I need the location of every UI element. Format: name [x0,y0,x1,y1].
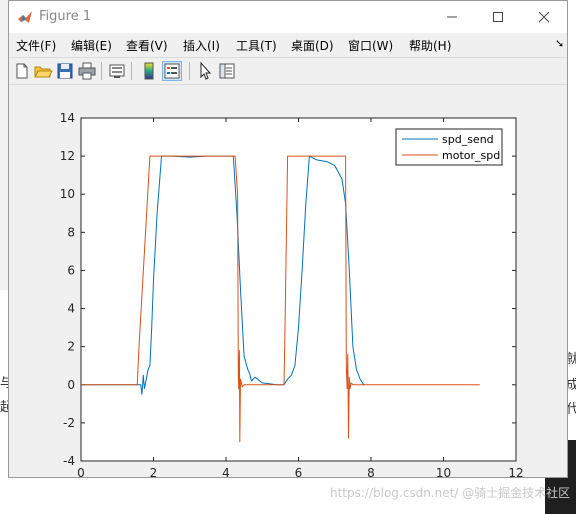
legend-label-motor-spd: motor_spd [442,149,500,162]
x-tick-label: 2 [150,466,158,480]
y-tick-label: -4 [63,454,75,468]
y-tick-label: 0 [67,378,75,392]
x-tick-label: 4 [222,466,230,480]
y-tick-label: 2 [67,340,75,354]
x-tick-label: 10 [436,466,451,480]
x-tick-label: 0 [77,466,85,480]
y-tick-label: 8 [67,225,75,239]
x-tick-label: 8 [367,466,375,480]
y-tick-label: 10 [60,187,75,201]
axes-background [80,117,517,462]
x-tick-label: 12 [508,466,523,480]
chart-legend[interactable]: spd_send motor_spd [395,128,503,166]
y-tick-label: 4 [67,302,75,316]
legend-label-spd-send: spd_send [442,133,494,146]
y-tick-label: 14 [60,111,75,125]
y-tick-label: 12 [60,149,75,163]
figure-plot-canvas: 0 2 4 6 8 10 12 -4 -2 0 2 4 6 8 10 12 14 spd_send motor… [60,111,524,480]
y-tick-label: -2 [63,416,75,430]
x-tick-label: 6 [295,466,303,480]
y-tick-label: 6 [67,263,75,277]
